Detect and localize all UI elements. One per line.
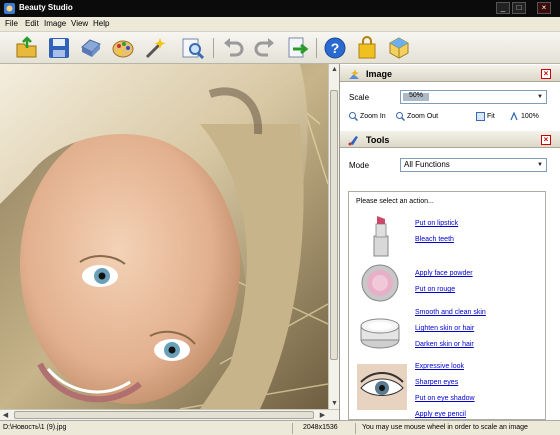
export-button[interactable] [284, 35, 310, 61]
action-lighten-skin-or-hair[interactable]: Lighten skin or hair [415, 325, 474, 332]
action-put-on-rouge[interactable]: Put on rouge [415, 286, 455, 293]
image-panel-title: Image [366, 69, 393, 79]
help-button[interactable]: ? [322, 35, 348, 61]
cream-jar-icon [360, 318, 400, 349]
status-hint: You may use mouse wheel in order to scal… [362, 424, 528, 431]
scale-label: Scale [349, 93, 370, 102]
status-dimensions: 2048x1536 [303, 424, 338, 431]
menu-bar: File Edit Image View Help [0, 17, 560, 32]
toolbar-separator [316, 38, 317, 58]
zoom-in-label: Zoom In [360, 113, 386, 120]
action-put-on-lipstick[interactable]: Put on lipstick [415, 220, 458, 227]
status-separator [355, 423, 356, 434]
redo-icon [254, 38, 274, 57]
image-panel-header[interactable]: Image × [340, 64, 560, 82]
fit-label: Fit [487, 113, 495, 120]
menu-image[interactable]: Image [44, 19, 66, 28]
box-icon [389, 37, 409, 59]
menu-view[interactable]: View [71, 19, 88, 28]
menu-help[interactable]: Help [93, 19, 109, 28]
tools-panel-title: Tools [366, 135, 390, 145]
zoom-out-icon [396, 112, 405, 121]
chevron-down-icon: ▼ [537, 162, 543, 168]
horizontal-scroll-thumb[interactable] [14, 411, 314, 419]
shopping-bag-icon [358, 36, 376, 59]
open-button[interactable] [14, 35, 40, 61]
tools-panel-header[interactable]: Tools × [340, 130, 560, 148]
brush-icon [348, 136, 358, 146]
save-icon [49, 38, 69, 58]
vertical-scrollbar[interactable]: ▲ ▼ [328, 64, 339, 409]
action-expressive-look[interactable]: Expressive look [415, 363, 464, 370]
menu-file[interactable]: File [5, 19, 18, 28]
mode-label: Mode [349, 161, 370, 170]
maximize-button[interactable]: □ [512, 2, 526, 14]
print-button[interactable] [78, 35, 104, 61]
zoom-out-button[interactable]: Zoom Out [396, 112, 438, 121]
toolbar: ? [0, 32, 560, 64]
image-canvas[interactable] [0, 64, 328, 409]
undo-button[interactable] [220, 35, 246, 61]
buy-button[interactable] [354, 35, 380, 61]
tools-panel-close-icon[interactable]: × [541, 135, 551, 145]
status-bar: D:\Новость\1 (9).jpg 2048x1536 You may u… [0, 420, 560, 435]
image-panel-close-icon[interactable]: × [541, 69, 551, 79]
print-icon [81, 39, 101, 57]
face-powder-icon [361, 264, 399, 302]
redo-button[interactable] [252, 35, 278, 61]
fit-button[interactable]: Fit [476, 112, 495, 121]
palette-button[interactable] [110, 35, 136, 61]
actual-size-button[interactable]: 100% [510, 112, 539, 121]
open-icon [16, 36, 37, 58]
zoom-button[interactable] [180, 35, 206, 61]
zoom-icon [182, 38, 205, 60]
undo-icon [224, 38, 244, 57]
toolbar-separator [213, 38, 214, 58]
minimize-button[interactable]: _ [496, 2, 510, 14]
action-apply-eye-pencil[interactable]: Apply eye pencil [415, 411, 466, 418]
mode-value: All Functions [404, 160, 450, 169]
fit-icon [476, 112, 485, 121]
actual-size-label: 100% [521, 113, 539, 120]
actions-prompt: Please select an action... [356, 198, 434, 205]
zoom-in-icon [349, 112, 358, 121]
svg-text:?: ? [331, 40, 340, 56]
title-bar: Beauty Studio _ □ × [0, 0, 560, 17]
zoom-out-label: Zoom Out [407, 113, 439, 120]
actions-list: Please select an action... Put on lipsti… [348, 191, 546, 420]
action-put-on-eye-shadow[interactable]: Put on eye shadow [415, 395, 475, 402]
window-title: Beauty Studio [19, 3, 73, 12]
menu-edit[interactable]: Edit [25, 19, 39, 28]
eye-icon [357, 364, 407, 410]
action-bleach-teeth[interactable]: Bleach teeth [415, 236, 454, 243]
magic-wand-button[interactable] [142, 35, 168, 61]
action-apply-face-powder[interactable]: Apply face powder [415, 270, 473, 277]
portrait-photo [0, 64, 328, 409]
action-sharpen-eyes[interactable]: Sharpen eyes [415, 379, 458, 386]
chevron-down-icon: ▼ [537, 94, 543, 100]
mode-dropdown[interactable]: All Functions ▼ [400, 158, 547, 172]
horizontal-scrollbar[interactable]: ◀ ▶ [0, 409, 339, 420]
box-button[interactable] [386, 35, 412, 61]
action-smooth-and-clean-skin[interactable]: Smooth and clean skin [415, 309, 486, 316]
status-separator [292, 423, 293, 434]
image-panel-icon [349, 69, 359, 79]
actual-size-icon [510, 112, 518, 121]
save-button[interactable] [46, 35, 72, 61]
scale-value: 50% [409, 92, 424, 99]
status-file-path: D:\Новость\1 (9).jpg [3, 424, 67, 431]
action-darken-skin-or-hair[interactable]: Darken skin or hair [415, 341, 474, 348]
lipstick-icon [373, 216, 389, 257]
magic-wand-icon [145, 38, 166, 59]
close-button[interactable]: × [537, 2, 551, 14]
app-icon [4, 3, 15, 14]
scale-dropdown[interactable]: 50% ▼ [400, 90, 547, 104]
zoom-in-button[interactable]: Zoom In [349, 112, 386, 121]
help-icon: ? [324, 37, 346, 59]
export-icon [288, 37, 309, 58]
palette-icon [112, 40, 134, 58]
vertical-scroll-thumb[interactable] [330, 90, 338, 360]
side-panel: Image × Scale 50% ▼ Zoom In Zoom Out Fit… [339, 64, 560, 420]
